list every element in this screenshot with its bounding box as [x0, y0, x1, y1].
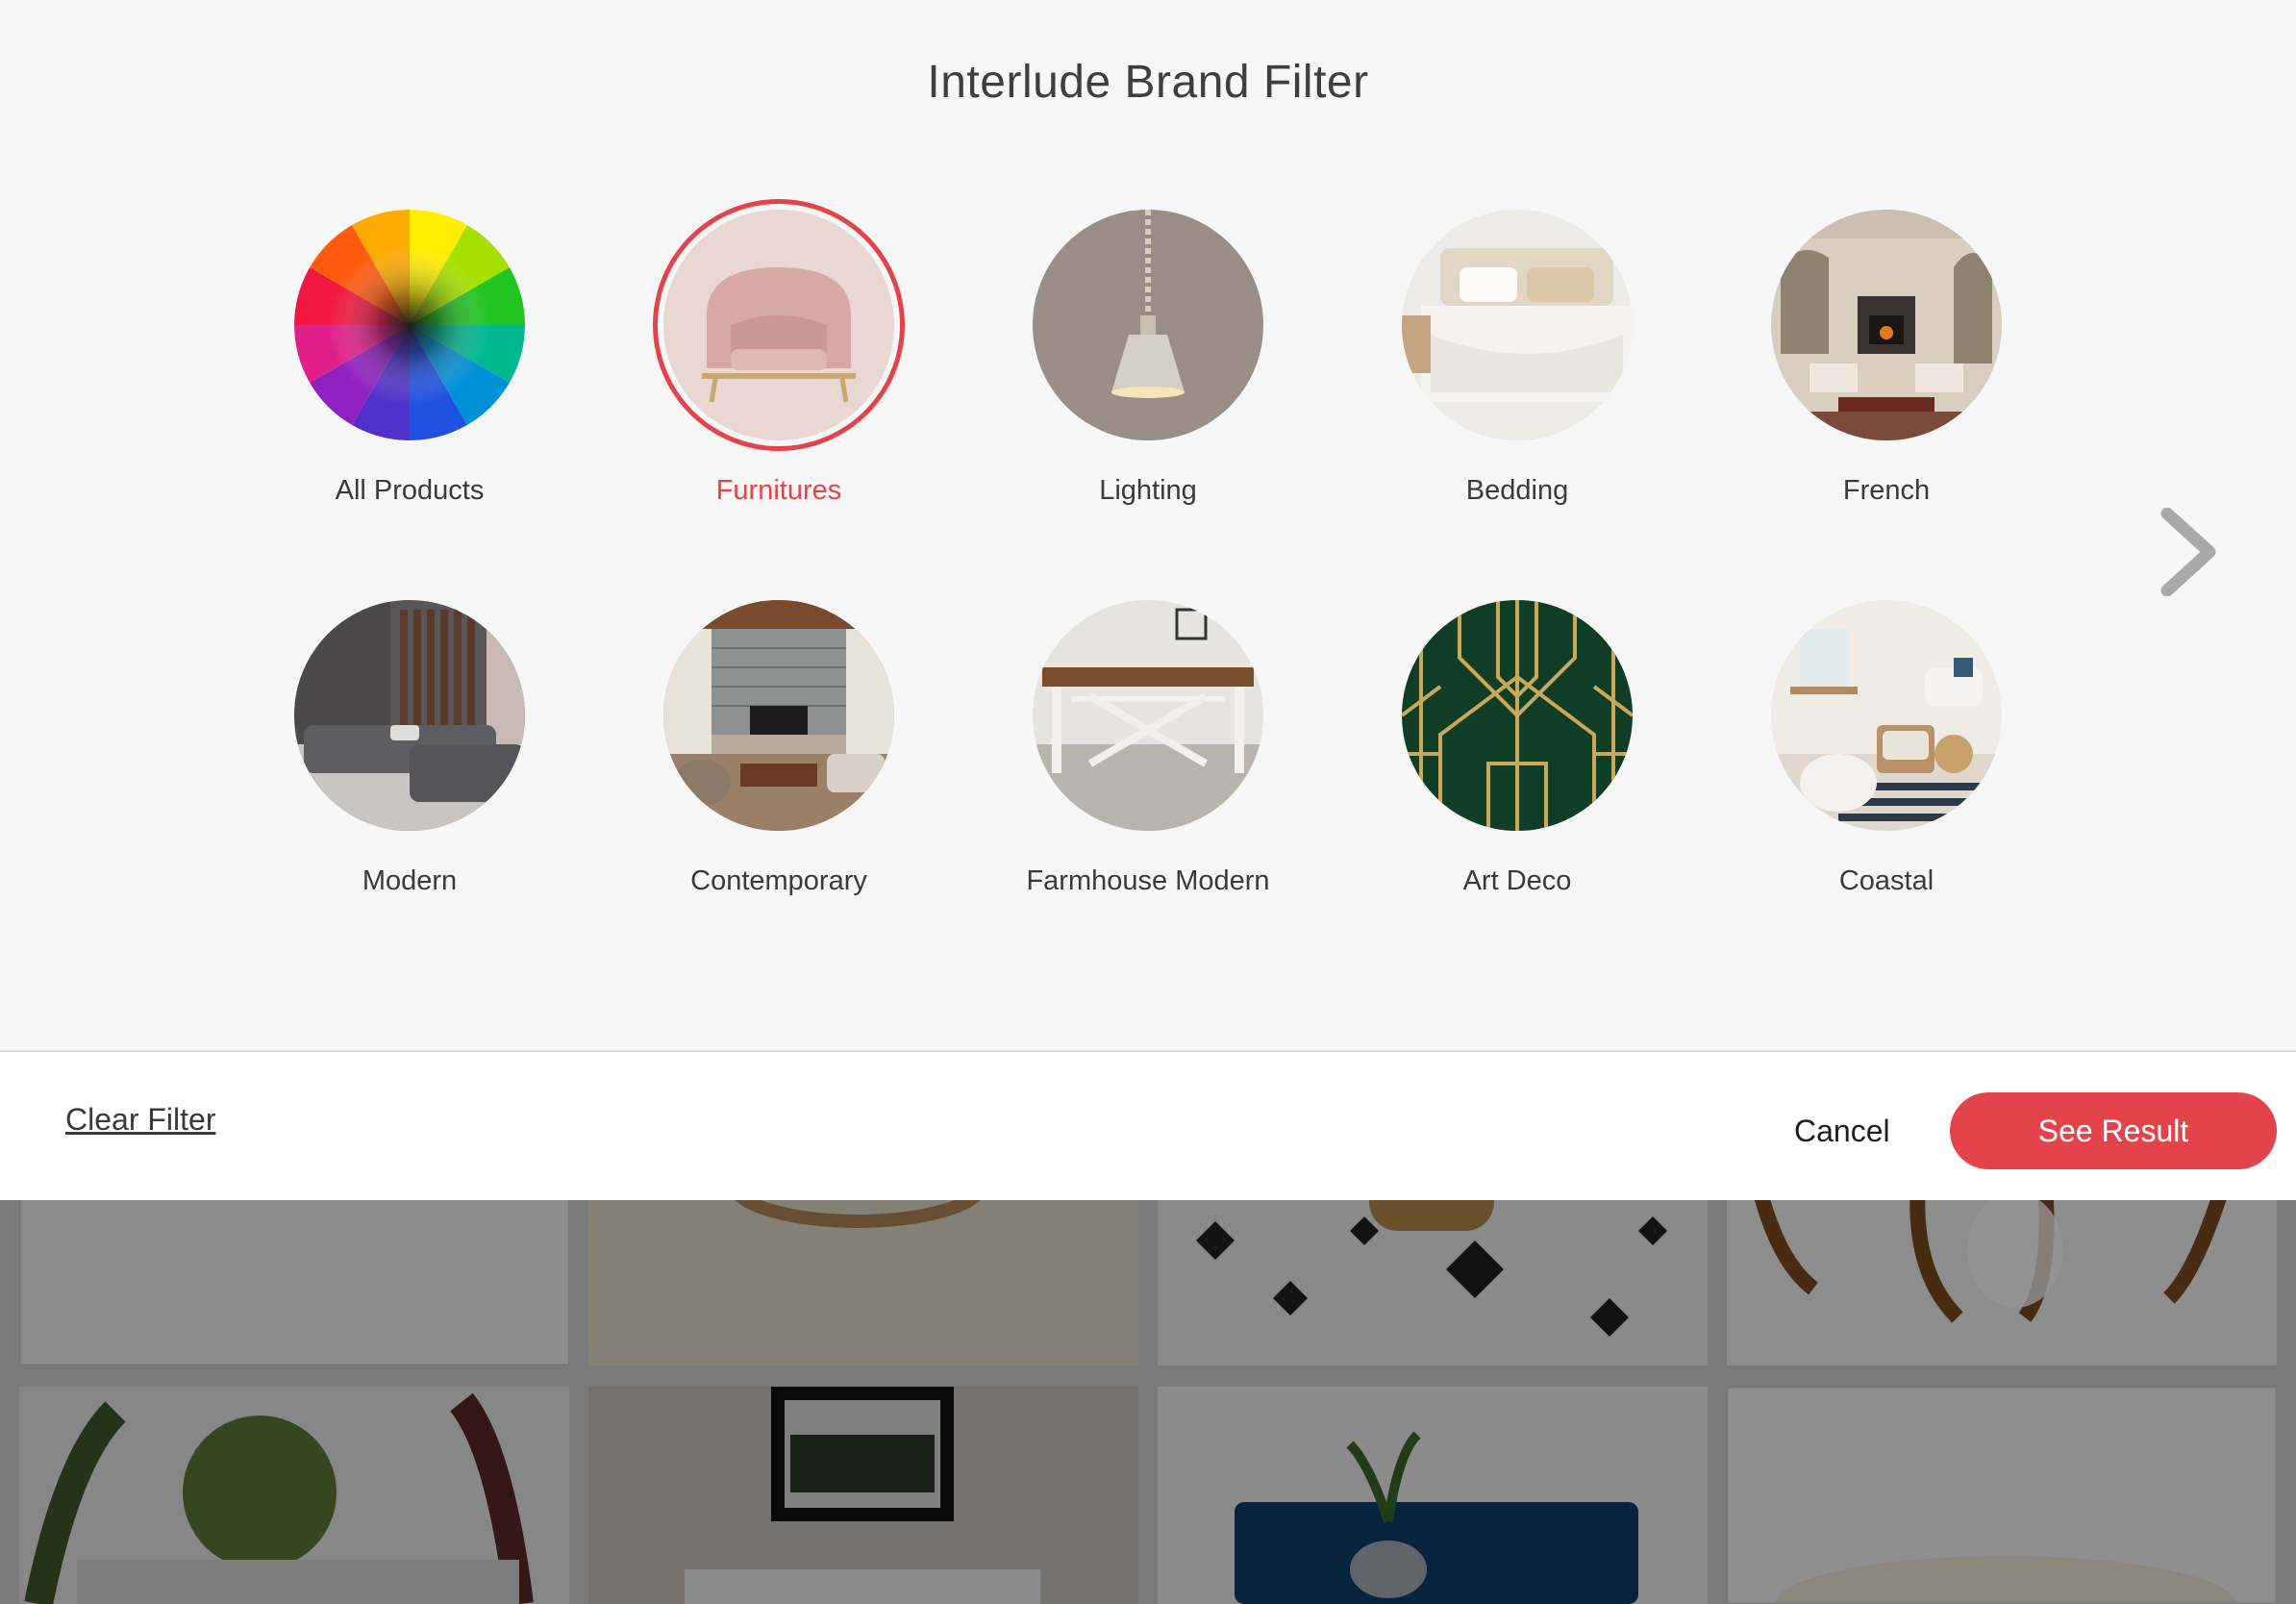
coastal-living-room-image: [1771, 600, 2002, 831]
cancel-button[interactable]: Cancel: [1794, 1114, 1890, 1149]
product-tile: [588, 1173, 1138, 1366]
category-label: Farmhouse Modern: [1026, 865, 1270, 896]
category-furnitures[interactable]: Furnitures: [615, 210, 942, 507]
product-tile: [19, 1173, 569, 1366]
category-label: French: [1842, 475, 1931, 506]
product-tile: [1727, 1173, 2277, 1366]
category-label: Contemporary: [690, 865, 867, 896]
chevron-right-icon[interactable]: [2154, 507, 2223, 597]
modern-sofa-room-image: [294, 600, 525, 831]
see-result-button[interactable]: See Result: [1950, 1092, 2277, 1169]
category-label: Furnitures: [715, 475, 842, 506]
product-tile: [588, 1387, 1138, 1604]
pink-armchair-image: [663, 210, 894, 440]
background-product-grid: [0, 1173, 2296, 1604]
category-farmhouse-modern[interactable]: Farmhouse Modern: [985, 600, 1311, 897]
category-lighting[interactable]: Lighting: [985, 210, 1311, 507]
farmhouse-table-image: [1033, 600, 1263, 831]
category-all-products[interactable]: All Products: [246, 210, 573, 507]
category-bedding[interactable]: Bedding: [1354, 210, 1681, 507]
product-tile: [1727, 1387, 2277, 1604]
action-bar: Clear Filter Cancel See Result: [0, 1052, 2296, 1200]
category-modern[interactable]: Modern: [246, 600, 573, 897]
art-deco-pattern-image: [1402, 600, 1633, 831]
filter-panel: Interlude Brand Filter All Products Furn…: [0, 0, 2296, 1052]
clear-filter-link[interactable]: Clear Filter: [65, 1102, 215, 1138]
category-contemporary[interactable]: Contemporary: [615, 600, 942, 897]
category-label: Bedding: [1465, 475, 1569, 506]
category-label: Coastal: [1838, 865, 1934, 896]
pendant-lamp-image: [1033, 210, 1263, 440]
category-label: Lighting: [1099, 475, 1197, 506]
stone-fireplace-room-image: [663, 600, 894, 831]
french-living-room-image: [1771, 210, 2002, 440]
category-french[interactable]: French: [1723, 210, 2050, 507]
panel-title: Interlude Brand Filter: [927, 57, 1369, 108]
category-coastal[interactable]: Coastal: [1723, 600, 2050, 897]
category-label: Modern: [362, 865, 458, 896]
category-label: Art Deco: [1462, 865, 1572, 896]
product-tile: [19, 1387, 569, 1604]
category-art-deco[interactable]: Art Deco: [1354, 600, 1681, 897]
product-tile: [1158, 1387, 1708, 1604]
product-tile: [1158, 1173, 1708, 1366]
category-label: All Products: [335, 475, 485, 506]
color-wheel-image: [294, 210, 525, 440]
bed-linens-image: [1402, 210, 1633, 440]
